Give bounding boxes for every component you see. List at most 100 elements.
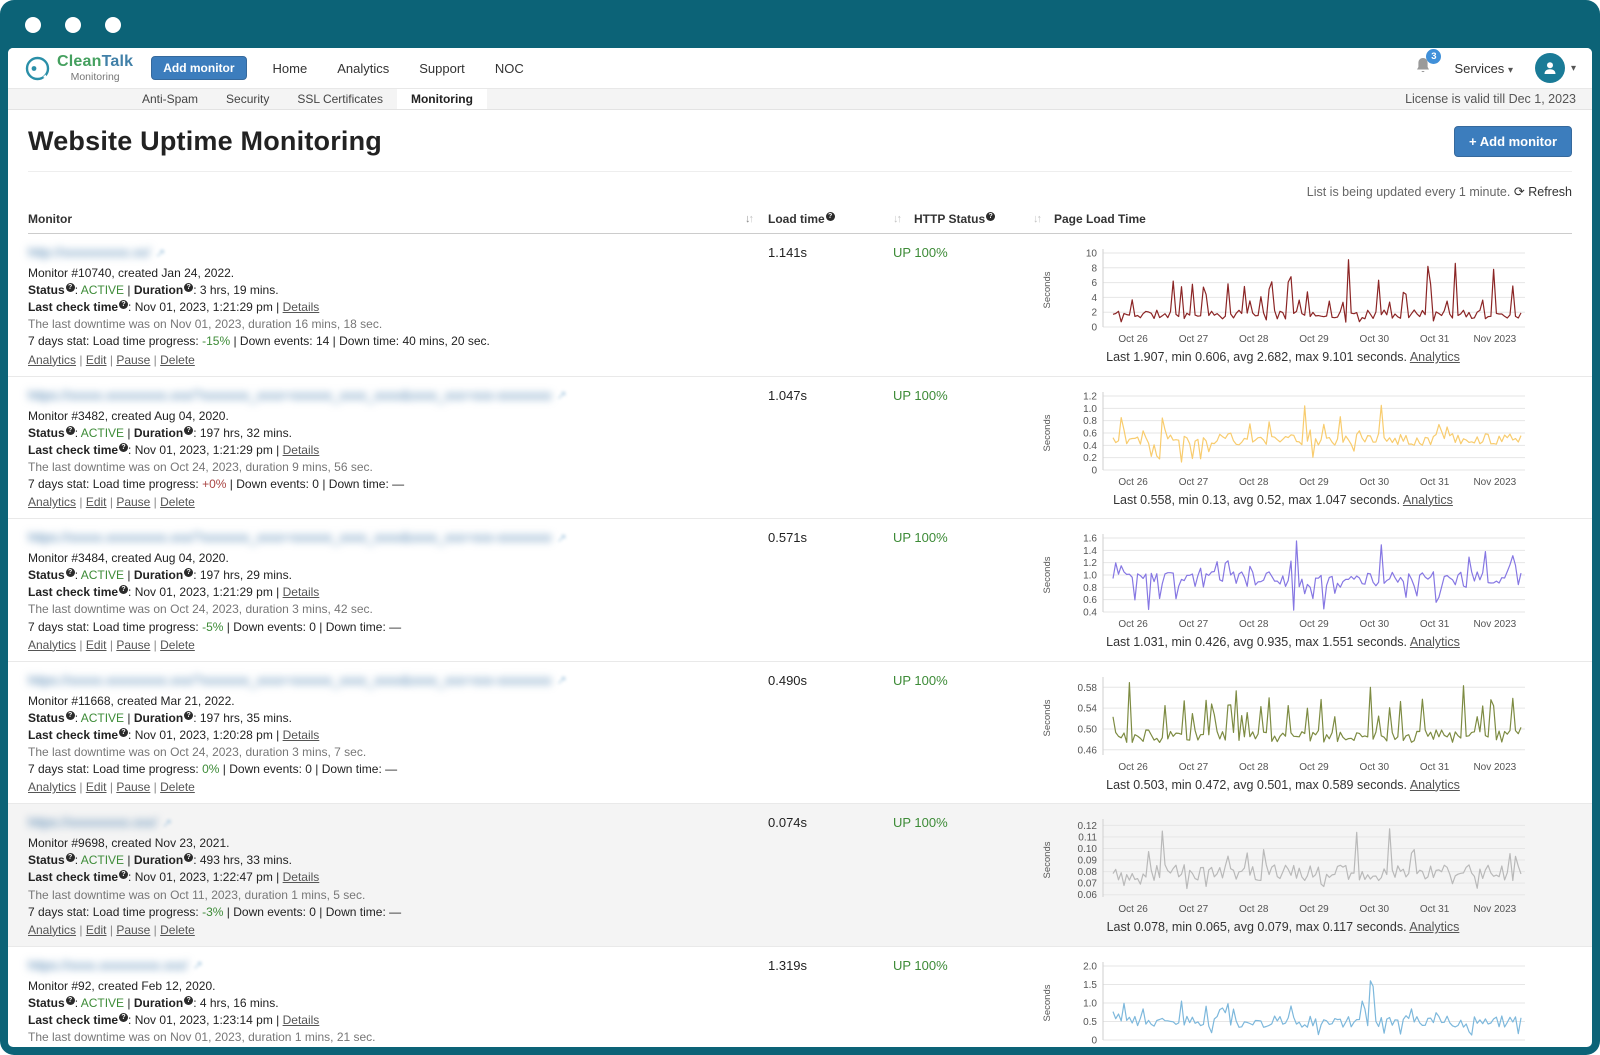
analytics-link[interactable]: Analytics [28, 780, 76, 794]
svg-text:0.09: 0.09 [1078, 856, 1098, 867]
svg-text:Seconds: Seconds [1042, 699, 1053, 736]
svg-text:0.8: 0.8 [1083, 416, 1097, 427]
brand-name: CleanTalk [57, 54, 133, 70]
nav-item-noc[interactable]: NOC [495, 61, 524, 76]
cleantalk-logo[interactable]: CleanTalk Monitoring [24, 54, 133, 83]
analytics-link[interactable]: Analytics [1403, 493, 1453, 507]
info-icon[interactable]: ? [119, 443, 128, 452]
monitor-url-link[interactable]: https://xxxxx.xxxxxxxxx.xxx/?xxxxxxx_xxx… [28, 530, 567, 545]
nav-item-home[interactable]: Home [273, 61, 308, 76]
add-monitor-button[interactable]: + Add monitor [1454, 126, 1572, 157]
svg-text:Oct 28: Oct 28 [1239, 904, 1269, 915]
sort-icon[interactable]: ↓↑ [745, 213, 752, 225]
subtab-anti-spam[interactable]: Anti-Spam [128, 89, 212, 109]
analytics-link[interactable]: Analytics [1410, 350, 1460, 364]
sort-icon[interactable]: ↓↑ [1033, 213, 1040, 225]
info-icon[interactable]: ? [184, 996, 193, 1005]
edit-link[interactable]: Edit [86, 495, 107, 509]
subtab-monitoring[interactable]: Monitoring [397, 89, 487, 109]
load-time-value: 1.319s [768, 958, 893, 1047]
info-icon[interactable]: ? [184, 568, 193, 577]
http-status-value: UP 100% [893, 245, 1033, 367]
details-link[interactable]: Details [283, 728, 320, 742]
monitor-meta: Monitor #11668, created Mar 21, 2022. [28, 694, 748, 709]
delete-link[interactable]: Delete [160, 780, 195, 794]
subtab-security[interactable]: Security [212, 89, 283, 109]
analytics-link[interactable]: Analytics [1409, 920, 1459, 934]
info-icon[interactable]: ? [986, 212, 995, 221]
svg-text:Oct 27: Oct 27 [1179, 334, 1209, 345]
svg-text:0.58: 0.58 [1078, 682, 1098, 693]
info-icon[interactable]: ? [184, 426, 193, 435]
analytics-link[interactable]: Analytics [28, 495, 76, 509]
progress-value: -3% [202, 905, 223, 919]
nav-item-support[interactable]: Support [419, 61, 465, 76]
info-icon[interactable]: ? [119, 728, 128, 737]
info-icon[interactable]: ? [119, 585, 128, 594]
delete-link[interactable]: Delete [160, 495, 195, 509]
edit-link[interactable]: Edit [86, 353, 107, 367]
refresh-button[interactable]: ⟳ Refresh [1514, 185, 1572, 199]
page-load-chart: 0.40.60.81.01.21.41.6SecondsOct 26Oct 27… [1033, 530, 1533, 634]
svg-text:Oct 31: Oct 31 [1420, 619, 1450, 630]
monitor-url-link[interactable]: http://xxxxxxxxxx.xx/ ↗ [28, 245, 165, 260]
subtab-ssl-certificates[interactable]: SSL Certificates [283, 89, 397, 109]
details-link[interactable]: Details [283, 585, 320, 599]
pause-link[interactable]: Pause [116, 495, 150, 509]
window-control-dot[interactable] [25, 17, 41, 33]
info-icon[interactable]: ? [119, 300, 128, 309]
pause-link[interactable]: Pause [116, 353, 150, 367]
delete-link[interactable]: Delete [160, 638, 195, 652]
svg-text:Oct 28: Oct 28 [1239, 619, 1269, 630]
edit-link[interactable]: Edit [86, 780, 107, 794]
nav-item-analytics[interactable]: Analytics [337, 61, 389, 76]
details-link[interactable]: Details [283, 1013, 320, 1027]
monitor-url-link[interactable]: https://xxxx.xxxxxxxxx.xxx/ ↗ [28, 958, 203, 973]
monitor-row: https://xxxxx.xxxxxxxxx.xxx/?xxxxxxx_xxx… [8, 377, 1592, 520]
monitor-status-line: Status?: ACTIVE | Duration?: 197 hrs, 35… [28, 711, 748, 726]
sort-icon[interactable]: ↓↑ [893, 213, 900, 225]
info-icon[interactable]: ? [66, 711, 75, 720]
analytics-link[interactable]: Analytics [1410, 635, 1460, 649]
monitor-url-link[interactable]: https://xxxxxxxxx.xxx/ ↗ [28, 815, 172, 830]
monitor-url-link[interactable]: https://xxxxx.xxxxxxxxx.xxx/?xxxxxxx_xxx… [28, 673, 567, 688]
window-control-dot[interactable] [105, 17, 121, 33]
info-icon[interactable]: ? [119, 1013, 128, 1022]
pause-link[interactable]: Pause [116, 638, 150, 652]
load-time-value: 1.047s [768, 388, 893, 510]
details-link[interactable]: Details [283, 300, 320, 314]
svg-text:Oct 30: Oct 30 [1360, 762, 1390, 773]
info-icon[interactable]: ? [66, 853, 75, 862]
info-icon[interactable]: ? [184, 853, 193, 862]
svg-text:Nov 2023: Nov 2023 [1473, 334, 1516, 345]
external-link-icon: ↗ [557, 388, 567, 402]
notifications-bell[interactable]: 3 [1414, 56, 1432, 80]
info-icon[interactable]: ? [66, 426, 75, 435]
details-link[interactable]: Details [283, 870, 320, 884]
user-menu[interactable]: ▾ [1535, 53, 1576, 83]
monitor-url-link[interactable]: https://xxxxx.xxxxxxxxx.xxx/?xxxxxxx_xxx… [28, 388, 567, 403]
pause-link[interactable]: Pause [116, 780, 150, 794]
delete-link[interactable]: Delete [160, 353, 195, 367]
analytics-link[interactable]: Analytics [28, 923, 76, 937]
add-monitor-button-header[interactable]: Add monitor [151, 56, 246, 80]
services-menu[interactable]: Services ▾ [1454, 61, 1513, 76]
svg-text:2: 2 [1091, 308, 1097, 319]
window-control-dot[interactable] [65, 17, 81, 33]
info-icon[interactable]: ? [826, 212, 835, 221]
analytics-link[interactable]: Analytics [1410, 778, 1460, 792]
info-icon[interactable]: ? [184, 283, 193, 292]
info-icon[interactable]: ? [119, 870, 128, 879]
info-icon[interactable]: ? [66, 283, 75, 292]
delete-link[interactable]: Delete [160, 923, 195, 937]
details-link[interactable]: Details [283, 443, 320, 457]
pause-link[interactable]: Pause [116, 923, 150, 937]
edit-link[interactable]: Edit [86, 923, 107, 937]
info-icon[interactable]: ? [66, 996, 75, 1005]
analytics-link[interactable]: Analytics [28, 353, 76, 367]
info-icon[interactable]: ? [66, 568, 75, 577]
analytics-link[interactable]: Analytics [28, 638, 76, 652]
info-icon[interactable]: ? [184, 711, 193, 720]
avatar [1535, 53, 1565, 83]
edit-link[interactable]: Edit [86, 638, 107, 652]
